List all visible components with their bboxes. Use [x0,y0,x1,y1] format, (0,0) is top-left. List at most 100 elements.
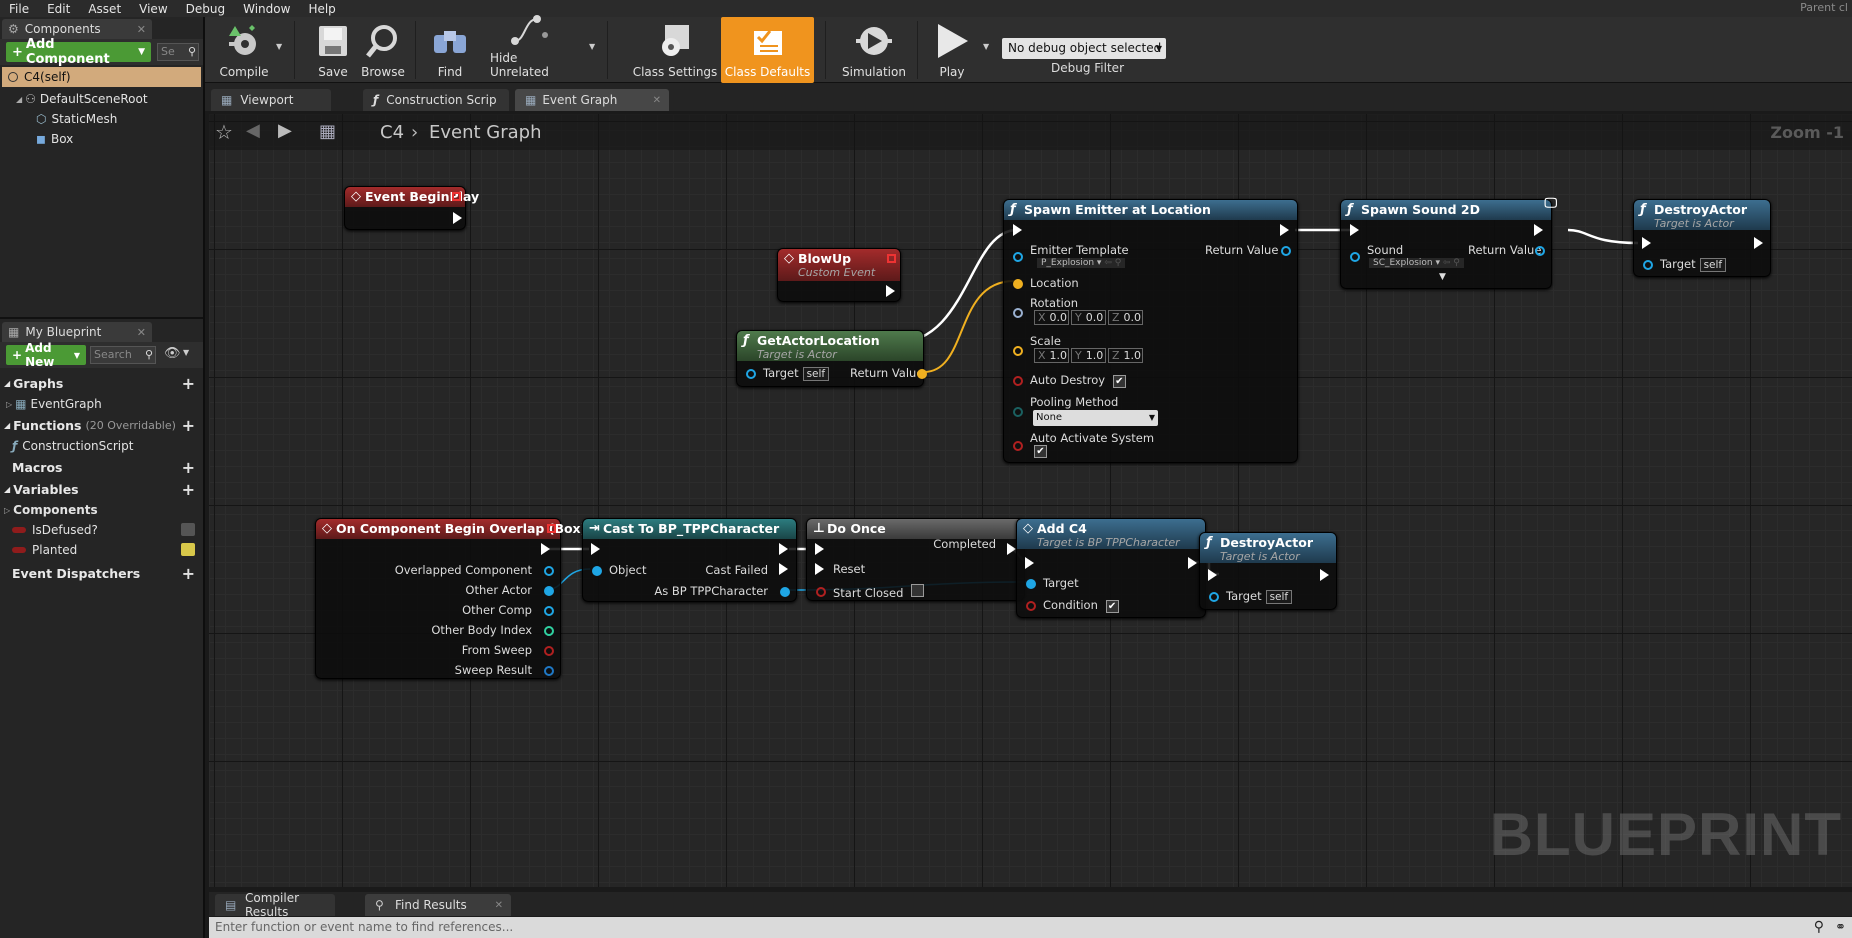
node-get-actor-location[interactable]: ƒ GetActorLocation Target is Actor Targe… [736,330,927,387]
pooling-method-pin[interactable] [1013,407,1023,417]
tree-item-staticmesh[interactable]: ⬡ StaticMesh [0,109,203,129]
variables-section[interactable]: ◢ Variables + [0,478,203,500]
components-category[interactable]: ▷ Components [0,500,203,520]
exec-in-pin[interactable] [591,543,600,555]
auto-destroy-checkbox[interactable]: ✔ [1112,375,1126,388]
menu-file[interactable]: File [0,2,38,16]
exec-out-pin[interactable] [1534,224,1543,236]
chevron-down-icon[interactable]: ▼ [589,42,595,51]
start-closed-checkbox[interactable] [911,584,925,597]
tree-item-box[interactable]: ◼ Box [0,129,203,149]
node-spawn-emitter-at-location[interactable]: ƒ Spawn Emitter at Location Emitter Temp… [1003,199,1298,463]
exec-out-pin[interactable] [1280,224,1289,236]
emitter-template-value[interactable]: P_Explosion ▾ ⇦ ⚲ [1037,258,1126,268]
scale-values[interactable]: X 1.0 Y 1.0 Z 1.0 [1034,348,1145,363]
sweep-result-pin[interactable] [544,666,554,676]
node-do-once[interactable]: ⊥ Do Once Completed Reset Start Closed [806,518,1025,601]
scale-pin[interactable] [1013,346,1023,356]
sound-pin[interactable] [1350,252,1360,262]
node-cast-to-bp-tppcharacter[interactable]: ⇥ Cast To BP_TPPCharacter Object Cast Fa… [582,518,797,602]
debug-object-dropdown[interactable]: No debug object selected ▼ [1002,38,1166,59]
breadcrumb-root[interactable]: C4 [380,122,404,143]
return-value-pin[interactable] [1281,246,1291,256]
macros-section[interactable]: Macros + [0,456,203,478]
other-comp-pin[interactable] [544,606,554,616]
search-icon[interactable]: ⚲ [1814,917,1824,938]
exec-in-pin[interactable] [1025,557,1034,569]
exec-out-pin[interactable] [541,543,550,555]
condition-checkbox[interactable]: ✔ [1105,600,1119,613]
exec-out-pin[interactable] [1754,237,1763,249]
cast-failed-pin[interactable] [779,563,788,575]
add-function-button[interactable]: + [182,416,195,435]
menu-window[interactable]: Window [234,2,299,16]
auto-destroy-pin[interactable] [1013,376,1023,386]
exec-in-pin[interactable] [1208,569,1217,581]
condition-pin[interactable] [1026,601,1036,611]
add-new-button[interactable]: + Add New ▼ [6,341,86,369]
close-icon[interactable]: ✕ [137,23,146,36]
target-pin[interactable] [1026,579,1036,589]
browse-button[interactable]: Browse [360,17,406,83]
simulation-button[interactable]: Simulation [841,17,907,83]
tab-viewport[interactable]: ▦ Viewport [211,89,331,111]
return-value-pin[interactable] [1535,246,1545,256]
reset-pin[interactable] [815,563,824,575]
delegate-pin[interactable] [887,254,896,263]
add-graph-button[interactable]: + [182,374,195,393]
event-dispatchers-section[interactable]: Event Dispatchers + [0,562,203,584]
node-destroy-actor[interactable]: ƒ DestroyActor Target is Actor Target sel… [1633,199,1771,277]
from-sweep-pin[interactable] [544,646,554,656]
auto-activate-checkbox[interactable]: ✔ [1034,445,1047,458]
add-variable-button[interactable]: + [182,480,195,499]
chevron-down-icon[interactable]: ▼ [983,42,989,51]
node-spawn-sound-2d[interactable]: ƒ Spawn Sound 2D 🖵 Sound SC_Explosion ▾ … [1340,196,1557,289]
close-icon[interactable]: ✕ [137,326,146,339]
play-button[interactable]: Play [927,17,977,83]
target-pin[interactable] [746,369,756,379]
completed-pin[interactable] [1007,543,1016,555]
exec-out-pin[interactable] [1188,557,1197,569]
find-references-input[interactable]: Enter function or event name to find ref… [209,917,1852,938]
pooling-method-dropdown[interactable]: None ▼ [1033,410,1158,426]
add-dispatcher-button[interactable]: + [182,564,195,583]
close-icon[interactable]: ✕ [495,900,503,911]
functions-section[interactable]: ◢ Functions (20 Overridable) + [0,414,203,436]
chevron-down-icon[interactable]: ▼ [183,348,189,357]
my-blueprint-tab[interactable]: ▦ My Blueprint ✕ [2,322,152,342]
forward-arrow-icon[interactable]: ▶ [278,120,292,141]
tab-compiler-results[interactable]: ▤ Compiler Results [215,891,335,919]
class-settings-button[interactable]: Class Settings [630,17,720,83]
delegate-pin[interactable] [452,192,461,201]
exec-in-pin[interactable] [815,543,824,555]
overlapped-component-pin[interactable] [544,566,554,576]
self-component-item[interactable]: C4(self) [2,67,201,87]
variable-planted[interactable]: Planted [0,540,203,560]
graph-canvas[interactable]: ☆ ◀ ▶ ▦ C4 › Event Graph Zoom -1 BLUEPRI… [209,114,1852,887]
components-search-input[interactable]: Se ⚲ [157,43,199,61]
add-component-button[interactable]: + Add Component ▼ [6,37,151,67]
variable-isdefused[interactable]: IsDefused? [0,520,203,540]
eye-icon[interactable]: 👁 [164,346,181,361]
back-arrow-icon[interactable]: ◀ [246,120,260,141]
event-graph-item[interactable]: ▷ ▦ EventGraph [0,394,203,414]
location-pin[interactable] [1013,279,1023,289]
rotation-pin[interactable] [1013,308,1023,318]
menu-view[interactable]: View [130,2,176,16]
node-on-component-begin-overlap[interactable]: ◇ On Component Begin Overlap (Box) Overl… [315,518,586,679]
menu-asset[interactable]: Asset [79,2,130,16]
graphs-section[interactable]: ◢ Graphs + [0,372,203,394]
exec-in-pin[interactable] [1013,224,1022,236]
binoculars-icon[interactable]: ⚭ [1835,917,1846,938]
close-icon[interactable]: ✕ [653,95,661,106]
exec-out-pin[interactable] [779,543,788,555]
menu-edit[interactable]: Edit [38,2,79,16]
save-button[interactable]: Save [313,17,353,83]
auto-activate-pin[interactable] [1013,441,1023,451]
eye-closed-icon[interactable] [181,523,195,536]
exec-in-pin[interactable] [1350,224,1359,236]
tab-construction-script[interactable]: ƒ Construction Scrip [363,89,509,111]
exec-out-pin[interactable] [1320,569,1329,581]
start-closed-pin[interactable] [816,587,826,597]
eye-open-icon[interactable] [181,543,195,556]
